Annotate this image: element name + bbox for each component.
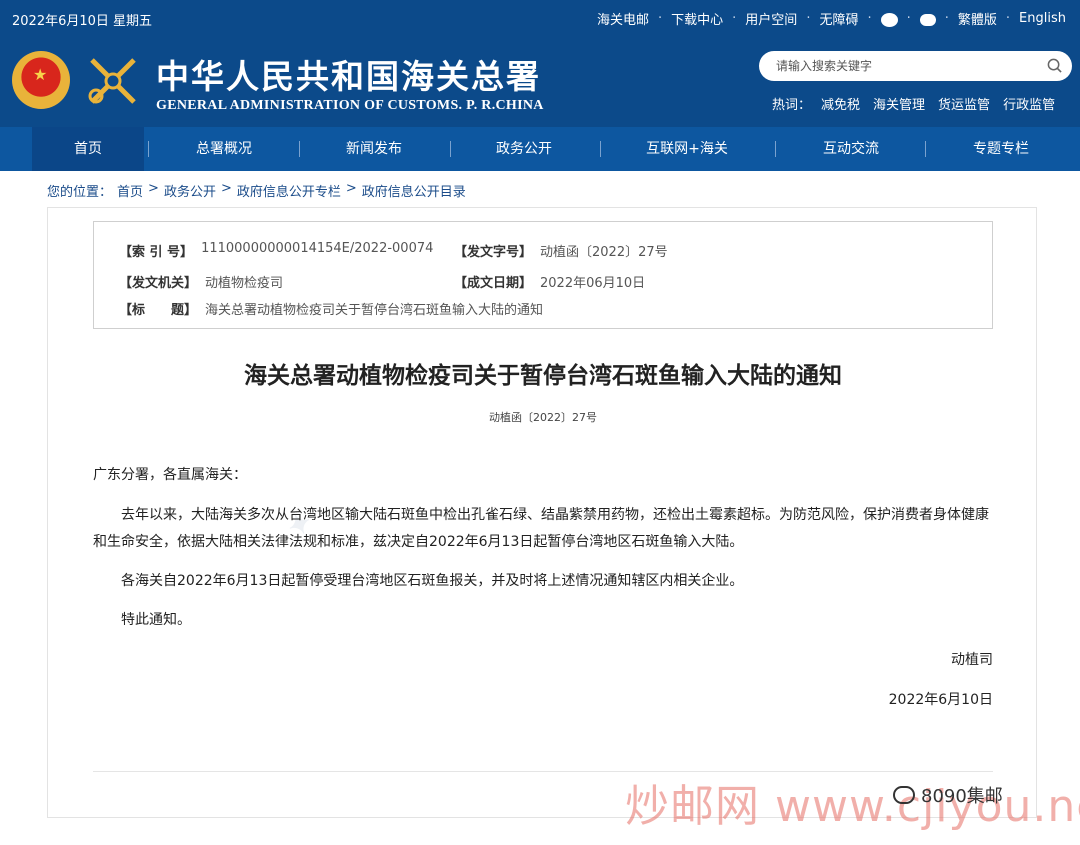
nav-item-home[interactable]: 首页 xyxy=(32,127,144,171)
weibo-icon[interactable] xyxy=(880,12,898,27)
customs-logo-icon xyxy=(88,58,136,104)
site-title-en: GENERAL ADMINISTRATION OF CUSTOMS. P. R.… xyxy=(156,98,544,113)
article-salutation: 广东分署，各直属海关： xyxy=(93,467,247,483)
meta-org-value: 动植物检疫司 xyxy=(205,276,284,291)
nav-item-gov-affairs[interactable]: 政务公开 xyxy=(468,127,580,171)
content-panel: ✦ 【索 引 号】 11100000000014154E/2022-00074 … xyxy=(47,207,1037,818)
article-paragraph-3: 特此通知。 xyxy=(121,612,191,628)
hot-words: 热词： 减免税 海关管理 货运监管 行政监管 xyxy=(772,94,1068,113)
breadcrumb-separator: > xyxy=(220,181,232,196)
link-english[interactable]: English xyxy=(1019,11,1066,26)
wechat-account-tag: 8090集邮 xyxy=(893,782,1003,808)
site-title-cn[interactable]: 中华人民共和国海关总署 xyxy=(156,50,541,98)
meta-date-label: 【成文日期】 xyxy=(454,276,533,291)
separator-dot: · xyxy=(806,11,811,26)
article-title: 海关总署动植物检疫司关于暂停台湾石斑鱼输入大陆的通知 xyxy=(244,363,842,389)
breadcrumb-home[interactable]: 首页 xyxy=(117,181,143,200)
meta-title-value: 海关总署动植物检疫司关于暂停台湾石斑鱼输入大陆的通知 xyxy=(205,303,544,318)
site-watermark: 炒邮网 www.cjiyou.net xyxy=(625,781,1080,832)
meta-docno-row: 【发文字号】 动植函〔2022〕27号 xyxy=(454,241,668,260)
hot-words-label: 热词： xyxy=(772,98,812,113)
star-icon: ★ xyxy=(33,65,48,84)
separator-dot: · xyxy=(732,11,737,26)
wechat-icon[interactable] xyxy=(919,13,936,26)
nav-separator xyxy=(299,141,300,157)
meta-index-value: 11100000000014154E/2022-00074 xyxy=(201,241,434,256)
article-paragraph-1: 去年以来，大陆海关多次从台湾地区输大陆石斑鱼中检出孔雀石绿、结晶紫禁用药物，还检… xyxy=(93,507,989,550)
link-user-space[interactable]: 用户空间 xyxy=(745,9,797,28)
separator-dot: · xyxy=(944,11,949,26)
article-sign-date: 2022年6月10日 xyxy=(888,692,993,708)
nav-item-interaction[interactable]: 互动交流 xyxy=(795,127,907,171)
search-box xyxy=(759,51,1072,81)
nav-separator xyxy=(148,141,149,157)
breadcrumb-gov-affairs[interactable]: 政务公开 xyxy=(164,181,216,200)
meta-docno-label: 【发文字号】 xyxy=(454,245,533,260)
nav-item-topics[interactable]: 专题专栏 xyxy=(945,127,1057,171)
hot-word-item[interactable]: 行政监管 xyxy=(1003,94,1055,113)
meta-title-row: 【标 题】 海关总署动植物检疫司关于暂停台湾石斑鱼输入大陆的通知 xyxy=(119,299,543,318)
nav-separator xyxy=(775,141,776,157)
wechat-account-name: 8090集邮 xyxy=(921,786,1003,807)
meta-date-row: 【成文日期】 2022年06月10日 xyxy=(454,272,645,291)
meta-org-row: 【发文机关】 动植物检疫司 xyxy=(119,272,283,291)
separator-dot: · xyxy=(867,11,872,26)
search-icon[interactable] xyxy=(1047,58,1062,73)
meta-org-label: 【发文机关】 xyxy=(119,276,198,291)
national-emblem-icon: ★ xyxy=(12,51,70,109)
breadcrumb-separator: > xyxy=(148,181,159,196)
nav-separator xyxy=(450,141,451,157)
breadcrumb-prefix: 您的位置： xyxy=(47,185,113,200)
nav-separator xyxy=(925,141,926,157)
article-doc-number: 动植函〔2022〕27号 xyxy=(489,411,597,424)
breadcrumb: 您的位置： 首页 > 政务公开 > 政府信息公开专栏 > 政府信息公开目录 xyxy=(47,181,471,200)
meta-date-value: 2022年06月10日 xyxy=(540,276,646,291)
article-paragraph-2: 各海关自2022年6月13日起暂停受理台湾地区石斑鱼报关，并及时将上述情况通知辖… xyxy=(121,573,744,589)
breadcrumb-separator: > xyxy=(345,181,357,196)
hot-word-item[interactable]: 货运监管 xyxy=(938,94,990,113)
hot-word-item[interactable]: 海关管理 xyxy=(873,94,925,113)
wechat-icon xyxy=(893,786,915,804)
nav-item-news[interactable]: 新闻发布 xyxy=(318,127,430,171)
main-nav: 首页 总署概况 新闻发布 政务公开 互联网+海关 互动交流 专题专栏 xyxy=(0,127,1080,171)
meta-docno-value: 动植函〔2022〕27号 xyxy=(540,245,668,260)
breadcrumb-info-catalog[interactable]: 政府信息公开目录 xyxy=(362,181,466,200)
hot-word-item[interactable]: 减免税 xyxy=(821,94,860,113)
link-accessibility[interactable]: 无障碍 xyxy=(819,9,858,28)
document-meta-box: 【索 引 号】 11100000000014154E/2022-00074 【发… xyxy=(93,221,993,329)
nav-separator xyxy=(600,141,601,157)
breadcrumb-info-column[interactable]: 政府信息公开专栏 xyxy=(237,181,341,200)
article-signer: 动植司 xyxy=(951,652,993,668)
separator-dot: · xyxy=(1005,11,1011,26)
link-download[interactable]: 下载中心 xyxy=(671,9,723,28)
link-email[interactable]: 海关电邮 xyxy=(597,9,649,28)
separator-dot: · xyxy=(658,11,663,26)
meta-index-label: 【索 引 号】 xyxy=(119,245,194,260)
nav-item-internet-customs[interactable]: 互联网+海关 xyxy=(620,127,754,171)
top-links: 海关电邮 · 下载中心 · 用户空间 · 无障碍 · · · 繁體版 · Eng… xyxy=(597,9,1066,28)
site-header: 2022年6月10日 星期五 海关电邮 · 下载中心 · 用户空间 · 无障碍 … xyxy=(0,0,1080,127)
link-traditional[interactable]: 繁體版 xyxy=(958,9,997,28)
separator-dot: · xyxy=(906,11,911,26)
meta-index-row: 【索 引 号】 11100000000014154E/2022-00074 xyxy=(119,241,433,260)
nav-item-overview[interactable]: 总署概况 xyxy=(168,127,280,171)
meta-title-label: 【标 题】 xyxy=(119,303,198,318)
current-date: 2022年6月10日 星期五 xyxy=(12,14,153,29)
top-bar: 2022年6月10日 星期五 海关电邮 · 下载中心 · 用户空间 · 无障碍 … xyxy=(0,0,1080,38)
search-input[interactable] xyxy=(776,57,1036,75)
